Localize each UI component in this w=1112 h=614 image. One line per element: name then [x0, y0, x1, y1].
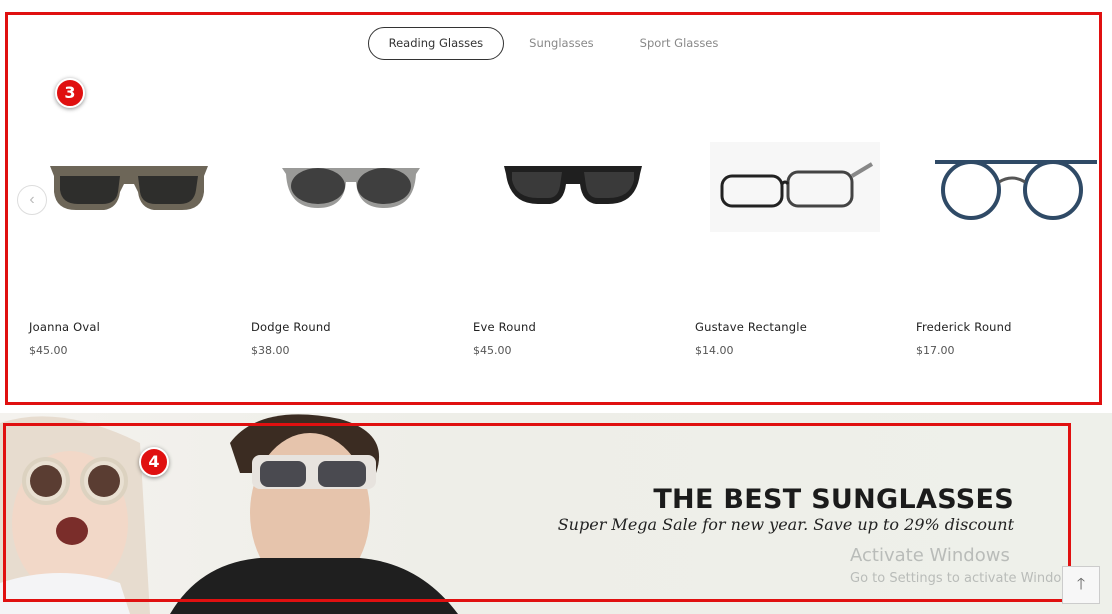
product-card[interactable]: Joanna Oval $45.00 [29, 127, 229, 367]
product-section: Reading Glasses Sunglasses Sport Glasses… [5, 12, 1102, 405]
windows-activation-title: Activate Windows [850, 545, 1010, 566]
product-price: $45.00 [29, 344, 68, 357]
product-name[interactable]: Gustave Rectangle [695, 320, 807, 334]
annotation-badge-4: 4 [139, 447, 169, 477]
product-card[interactable]: Gustave Rectangle $14.00 [695, 127, 895, 367]
product-image[interactable] [695, 127, 895, 247]
annotation-badge-3: 3 [55, 78, 85, 108]
product-price: $38.00 [251, 344, 290, 357]
product-card[interactable]: Eve Round $45.00 [473, 127, 673, 367]
product-image[interactable] [473, 127, 673, 247]
windows-activation-hint: Go to Settings to activate Windows. [850, 571, 1083, 586]
product-price: $14.00 [695, 344, 734, 357]
scroll-to-top-button[interactable]: 🡑 [1062, 566, 1100, 604]
tab-sunglasses[interactable]: Sunglasses [508, 27, 614, 60]
product-card[interactable]: Dodge Round $38.00 [251, 127, 451, 367]
product-image[interactable] [251, 127, 451, 247]
product-name[interactable]: Dodge Round [251, 320, 331, 334]
tab-reading-glasses[interactable]: Reading Glasses [367, 27, 505, 60]
banner-title: THE BEST SUNGLASSES [653, 484, 1014, 515]
category-tabs: Reading Glasses Sunglasses Sport Glasses [8, 27, 1099, 60]
product-image[interactable] [916, 127, 1112, 247]
arrow-up-icon: 🡑 [1076, 576, 1086, 593]
product-name[interactable]: Frederick Round [916, 320, 1012, 334]
product-price: $17.00 [916, 344, 955, 357]
product-price: $45.00 [473, 344, 512, 357]
product-card[interactable]: Frederick Round $17.00 [916, 127, 1112, 367]
product-name[interactable]: Joanna Oval [29, 320, 100, 334]
product-image[interactable] [29, 127, 229, 247]
banner-subtitle: Super Mega Sale for new year. Save up to… [557, 515, 1014, 534]
product-name[interactable]: Eve Round [473, 320, 536, 334]
tab-sport-glasses[interactable]: Sport Glasses [619, 27, 740, 60]
